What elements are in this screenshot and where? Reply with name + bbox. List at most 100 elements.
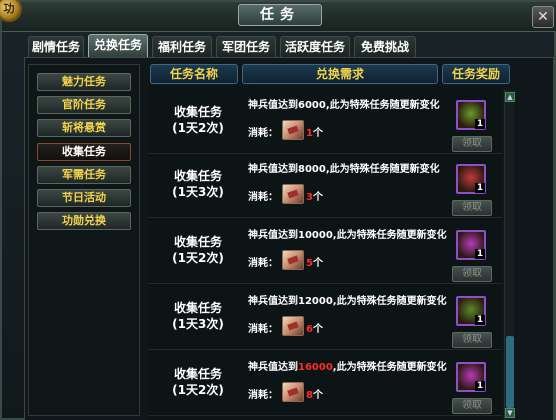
emblem-icon: 功 [0,0,22,22]
req-suffix: ,此为特殊任务随更新变化 [332,296,447,307]
task-row: 收集任务 (1天2次) 神兵值达到6000,此为特殊任务随更新变化 消耗： 1个… [148,90,502,154]
consume-count: 5个 [306,254,323,269]
task-name: 收集任务 (1天2次) [148,104,248,136]
consume-count: 1个 [306,124,323,139]
consume-unit: 个 [312,390,323,401]
task-name: 收集任务 (1天3次) [148,300,248,332]
task-limit: (1天3次) [172,317,224,331]
task-title: 收集任务 [173,367,222,381]
consume-label: 消耗： [248,192,278,203]
reward-qty: 1 [475,315,485,325]
task-name: 收集任务 (1天3次) [148,168,248,200]
reward-item-icon[interactable]: 1 [456,164,486,194]
req-suffix: ,此为特殊任务随更新变化 [332,230,447,241]
sidebar-item-bounty[interactable]: 斩将悬赏 [37,119,131,137]
sidebar-item-rank[interactable]: 官阶任务 [37,96,131,114]
req-prefix: 神兵值达到 [248,164,298,175]
header-task-name: 任务名称 [150,64,238,84]
tab-story[interactable]: 剧情任务 [28,36,84,58]
claim-button[interactable]: 领取 [452,332,492,348]
tab-free-challenge[interactable]: 免费挑战 [354,36,416,58]
header-reward: 任务奖励 [442,64,510,84]
task-name: 收集任务 (1天2次) [148,234,248,266]
reward-qty: 1 [475,249,485,259]
close-icon[interactable]: ✕ [532,6,554,28]
consume-num: 3 [306,192,313,203]
scroll-item-icon[interactable] [282,316,304,336]
consume-unit: 个 [312,192,323,203]
reward-qty: 1 [475,381,485,391]
task-requirement: 神兵值达到8000,此为特殊任务随更新变化 [248,160,440,175]
task-title: 收集任务 [173,169,222,183]
claim-button[interactable]: 领取 [452,200,492,216]
consume-count: 3个 [306,188,323,203]
task-limit: (1天2次) [172,383,224,397]
scroll-item-icon[interactable] [282,184,304,204]
req-prefix: 神兵值达到 [248,296,298,307]
req-suffix: ,此为特殊任务随更新变化 [325,100,440,111]
task-row: 收集任务 (1天2次) 神兵值达到16000,此为特殊任务随更新变化 消耗： 8… [148,352,502,416]
scroll-down-icon[interactable]: ▼ [505,408,515,418]
scroll-item-icon[interactable] [282,250,304,270]
sidebar-item-collect[interactable]: 收集任务 [37,143,131,161]
req-prefix: 神兵值达到 [248,362,298,373]
task-window: 功 任务 ✕ 剧情任务 兑换任务 福利任务 军团任务 活跃度任务 免费挑战 魅力… [0,0,556,420]
claim-button[interactable]: 领取 [452,266,492,282]
tab-welfare[interactable]: 福利任务 [152,36,212,58]
scrollbar[interactable]: ▲ ▼ [504,90,515,420]
sidebar: 魅力任务 官阶任务 斩将悬赏 收集任务 军需任务 节日活动 功勋兑换 [28,64,140,416]
consume-label: 消耗： [248,324,278,335]
consume-unit: 个 [312,258,323,269]
reward-item-icon[interactable]: 1 [456,362,486,392]
tab-activity[interactable]: 活跃度任务 [280,36,350,58]
consume-num: 1 [306,128,313,139]
consume-count: 8个 [306,386,323,401]
sidebar-item-supply[interactable]: 军需任务 [37,166,131,184]
req-value: 12000 [298,296,333,307]
consume-num: 5 [306,258,313,269]
reward-qty: 1 [475,183,485,193]
task-row: 收集任务 (1天3次) 神兵值达到8000,此为特殊任务随更新变化 消耗： 3个… [148,154,502,218]
task-title: 收集任务 [173,105,222,119]
req-suffix: ,此为特殊任务随更新变化 [332,362,447,373]
reward-item-icon[interactable]: 1 [456,296,486,326]
task-limit: (1天3次) [172,185,224,199]
sidebar-item-charm[interactable]: 魅力任务 [37,73,131,91]
sidebar-item-merit[interactable]: 功勋兑换 [37,212,131,230]
scroll-item-icon[interactable] [282,120,304,140]
reward-item-icon[interactable]: 1 [456,100,486,130]
task-requirement: 神兵值达到10000,此为特殊任务随更新变化 [248,226,447,241]
claim-button[interactable]: 领取 [452,398,492,414]
task-requirement: 神兵值达到16000,此为特殊任务随更新变化 [248,358,447,373]
consume-label: 消耗： [248,128,278,139]
reward-item-icon[interactable]: 1 [456,230,486,260]
consume-unit: 个 [312,128,323,139]
task-requirement: 神兵值达到6000,此为特殊任务随更新变化 [248,96,440,111]
consume-num: 6 [306,324,313,335]
req-prefix: 神兵值达到 [248,100,298,111]
scroll-thumb[interactable] [506,336,514,408]
consume-label: 消耗： [248,258,278,269]
scroll-up-icon[interactable]: ▲ [505,92,515,102]
req-suffix: ,此为特殊任务随更新变化 [325,164,440,175]
window-title: 任务 [238,4,322,26]
task-limit: (1天2次) [172,251,224,265]
sidebar-item-festival[interactable]: 节日活动 [37,189,131,207]
consume-num: 8 [306,390,313,401]
task-row: 收集任务 (1天3次) 神兵值达到12000,此为特殊任务随更新变化 消耗： 6… [148,286,502,350]
claim-button[interactable]: 领取 [452,136,492,152]
task-title: 收集任务 [173,301,222,315]
req-value: 6000 [298,100,326,111]
scroll-item-icon[interactable] [282,382,304,402]
tab-exchange[interactable]: 兑换任务 [88,34,148,58]
title-bar: 功 任务 ✕ [0,0,556,32]
task-row: 收集任务 (1天2次) 神兵值达到10000,此为特殊任务随更新变化 消耗： 5… [148,220,502,284]
consume-unit: 个 [312,324,323,335]
reward-qty: 1 [475,119,485,129]
task-requirement: 神兵值达到12000,此为特殊任务随更新变化 [248,292,447,307]
consume-count: 6个 [306,320,323,335]
header-requirement: 兑换需求 [242,64,438,84]
req-value: 10000 [298,230,333,241]
tab-legion[interactable]: 军团任务 [216,36,276,58]
req-value: 16000 [298,362,333,373]
